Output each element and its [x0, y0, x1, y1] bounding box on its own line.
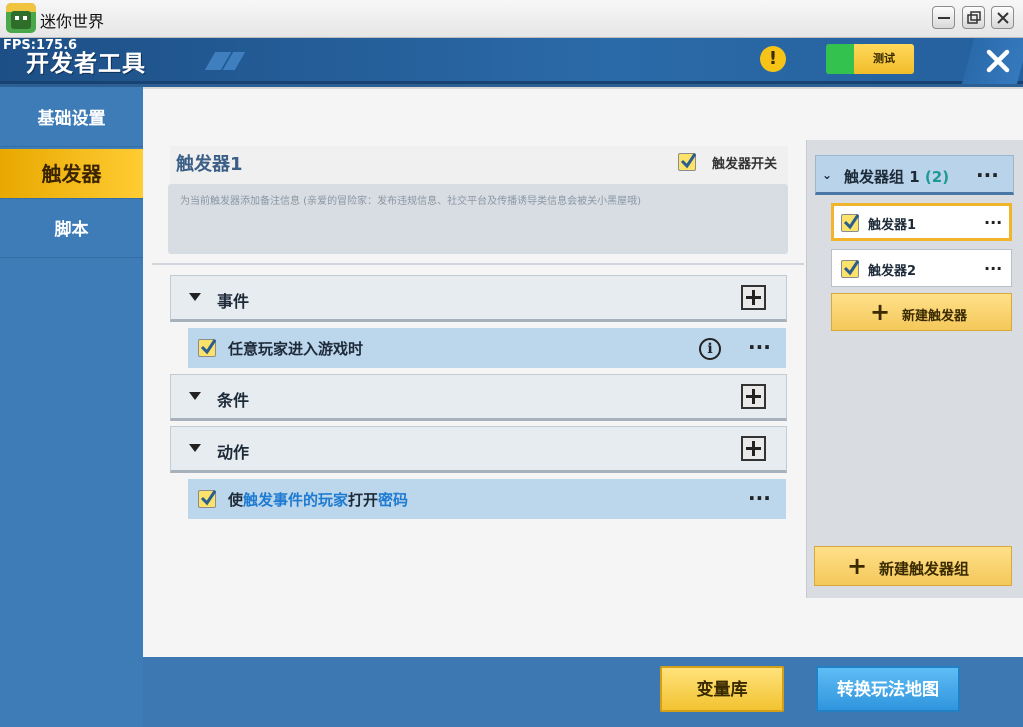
event-enable-checkbox[interactable] — [198, 339, 216, 357]
trigger-list-item[interactable]: 触发器1 ··· — [831, 203, 1012, 241]
fps-counter: FPS:175.6 — [3, 38, 78, 53]
new-group-label: 新建触发器组 — [879, 560, 970, 578]
close-icon — [986, 49, 1010, 73]
add-condition-button[interactable] — [741, 384, 766, 409]
convert-map-button[interactable]: 转换玩法地图 — [816, 666, 960, 712]
close-devtools-button[interactable] — [961, 38, 1023, 84]
minimize-button[interactable] — [932, 6, 955, 29]
group-label: 触发器组 1 — [844, 168, 920, 186]
action-enable-checkbox[interactable] — [198, 490, 216, 508]
trigger-switch-checkbox[interactable] — [678, 153, 696, 171]
window-close-button[interactable] — [991, 6, 1014, 29]
add-event-button[interactable] — [741, 285, 766, 310]
plus-icon: + — [847, 552, 868, 580]
new-trigger-label: 新建触发器 — [902, 309, 968, 324]
checkmark-icon — [843, 214, 859, 230]
sidebar-item-scripts[interactable]: 脚本 — [0, 202, 143, 258]
event-row[interactable]: 任意玩家进入游戏时 — [188, 328, 786, 368]
add-action-button[interactable] — [741, 436, 766, 461]
trigger-more-button[interactable]: ··· — [984, 215, 1002, 231]
chevron-down-icon[interactable]: ⌄ — [822, 168, 832, 182]
window-titlebar: 迷你世界 — [0, 0, 1023, 38]
section-actions[interactable]: 动作 — [170, 426, 787, 473]
trigger-item-name: 触发器1 — [868, 218, 917, 233]
devtools-header: 开发者工具 FPS:175.6 ! 测试 — [0, 38, 1023, 84]
trigger-note-input[interactable]: 为当前触发器添加备注信息 (亲爱的冒险家：发布违规信息、社交平台及传播诱导类信息… — [168, 184, 788, 254]
collapse-triangle-icon[interactable] — [189, 392, 201, 400]
trigger-name[interactable]: 触发器1 — [176, 150, 243, 176]
event-more-button[interactable]: ··· — [748, 337, 771, 357]
action-row[interactable]: 使触发事件的玩家打开密码 — [188, 479, 786, 519]
section-conditions[interactable]: 条件 — [170, 374, 787, 421]
sidebar-item-basic-settings[interactable]: 基础设置 — [0, 91, 143, 147]
event-text: 任意玩家进入游戏时 — [228, 340, 364, 358]
action-text-part: 使 — [228, 491, 244, 509]
group-count: (2) — [924, 168, 950, 186]
sidebar: 基础设置 触发器 脚本 — [0, 87, 143, 727]
collapse-triangle-icon[interactable] — [189, 444, 201, 452]
trigger-item-name: 触发器2 — [868, 264, 917, 279]
restore-button[interactable] — [962, 6, 985, 29]
collapse-triangle-icon[interactable] — [189, 293, 201, 301]
action-text: 使触发事件的玩家打开密码 — [228, 489, 408, 510]
checkmark-icon — [680, 153, 696, 169]
plus-icon — [746, 441, 761, 456]
plus-icon — [746, 290, 761, 305]
section-label: 事件 — [217, 292, 250, 311]
test-label: 测试 — [854, 44, 914, 74]
plus-icon — [746, 389, 761, 404]
toggle-on-indicator — [826, 44, 854, 74]
checkmark-icon — [200, 339, 216, 355]
divider — [152, 263, 804, 265]
trigger-switch-label: 触发器开关 — [712, 157, 778, 172]
trigger-enable-checkbox[interactable] — [841, 260, 859, 278]
section-label: 条件 — [217, 391, 250, 410]
window-title: 迷你世界 — [40, 12, 105, 31]
warning-icon[interactable]: ! — [760, 46, 786, 72]
trigger-group-header[interactable]: ⌄ 触发器组 1 (2) ··· — [815, 155, 1014, 195]
action-param-player[interactable]: 触发事件的玩家 — [243, 491, 348, 509]
info-icon[interactable]: i — [699, 338, 721, 360]
group-name: 触发器组 1 (2) — [844, 166, 949, 187]
action-param-target[interactable]: 密码 — [378, 491, 408, 509]
checkmark-icon — [843, 260, 859, 276]
trigger-list-item[interactable]: 触发器2 ··· — [831, 249, 1012, 287]
action-more-button[interactable]: ··· — [748, 488, 771, 508]
new-trigger-group-button[interactable]: + 新建触发器组 — [814, 546, 1012, 586]
app-logo-icon — [6, 3, 36, 33]
sidebar-item-triggers[interactable]: 触发器 — [0, 149, 143, 199]
section-label: 动作 — [217, 443, 250, 462]
trigger-more-button[interactable]: ··· — [984, 261, 1002, 277]
variables-button[interactable]: 变量库 — [660, 666, 784, 712]
group-more-button[interactable]: ··· — [976, 165, 999, 185]
action-text-part: 打开 — [348, 491, 379, 509]
checkmark-icon — [200, 490, 216, 506]
section-events[interactable]: 事件 — [170, 275, 787, 322]
plus-icon: + — [870, 298, 891, 326]
test-toggle-button[interactable]: 测试 — [826, 44, 914, 74]
trigger-enable-checkbox[interactable] — [841, 214, 859, 232]
new-trigger-button[interactable]: + 新建触发器 — [831, 293, 1012, 331]
